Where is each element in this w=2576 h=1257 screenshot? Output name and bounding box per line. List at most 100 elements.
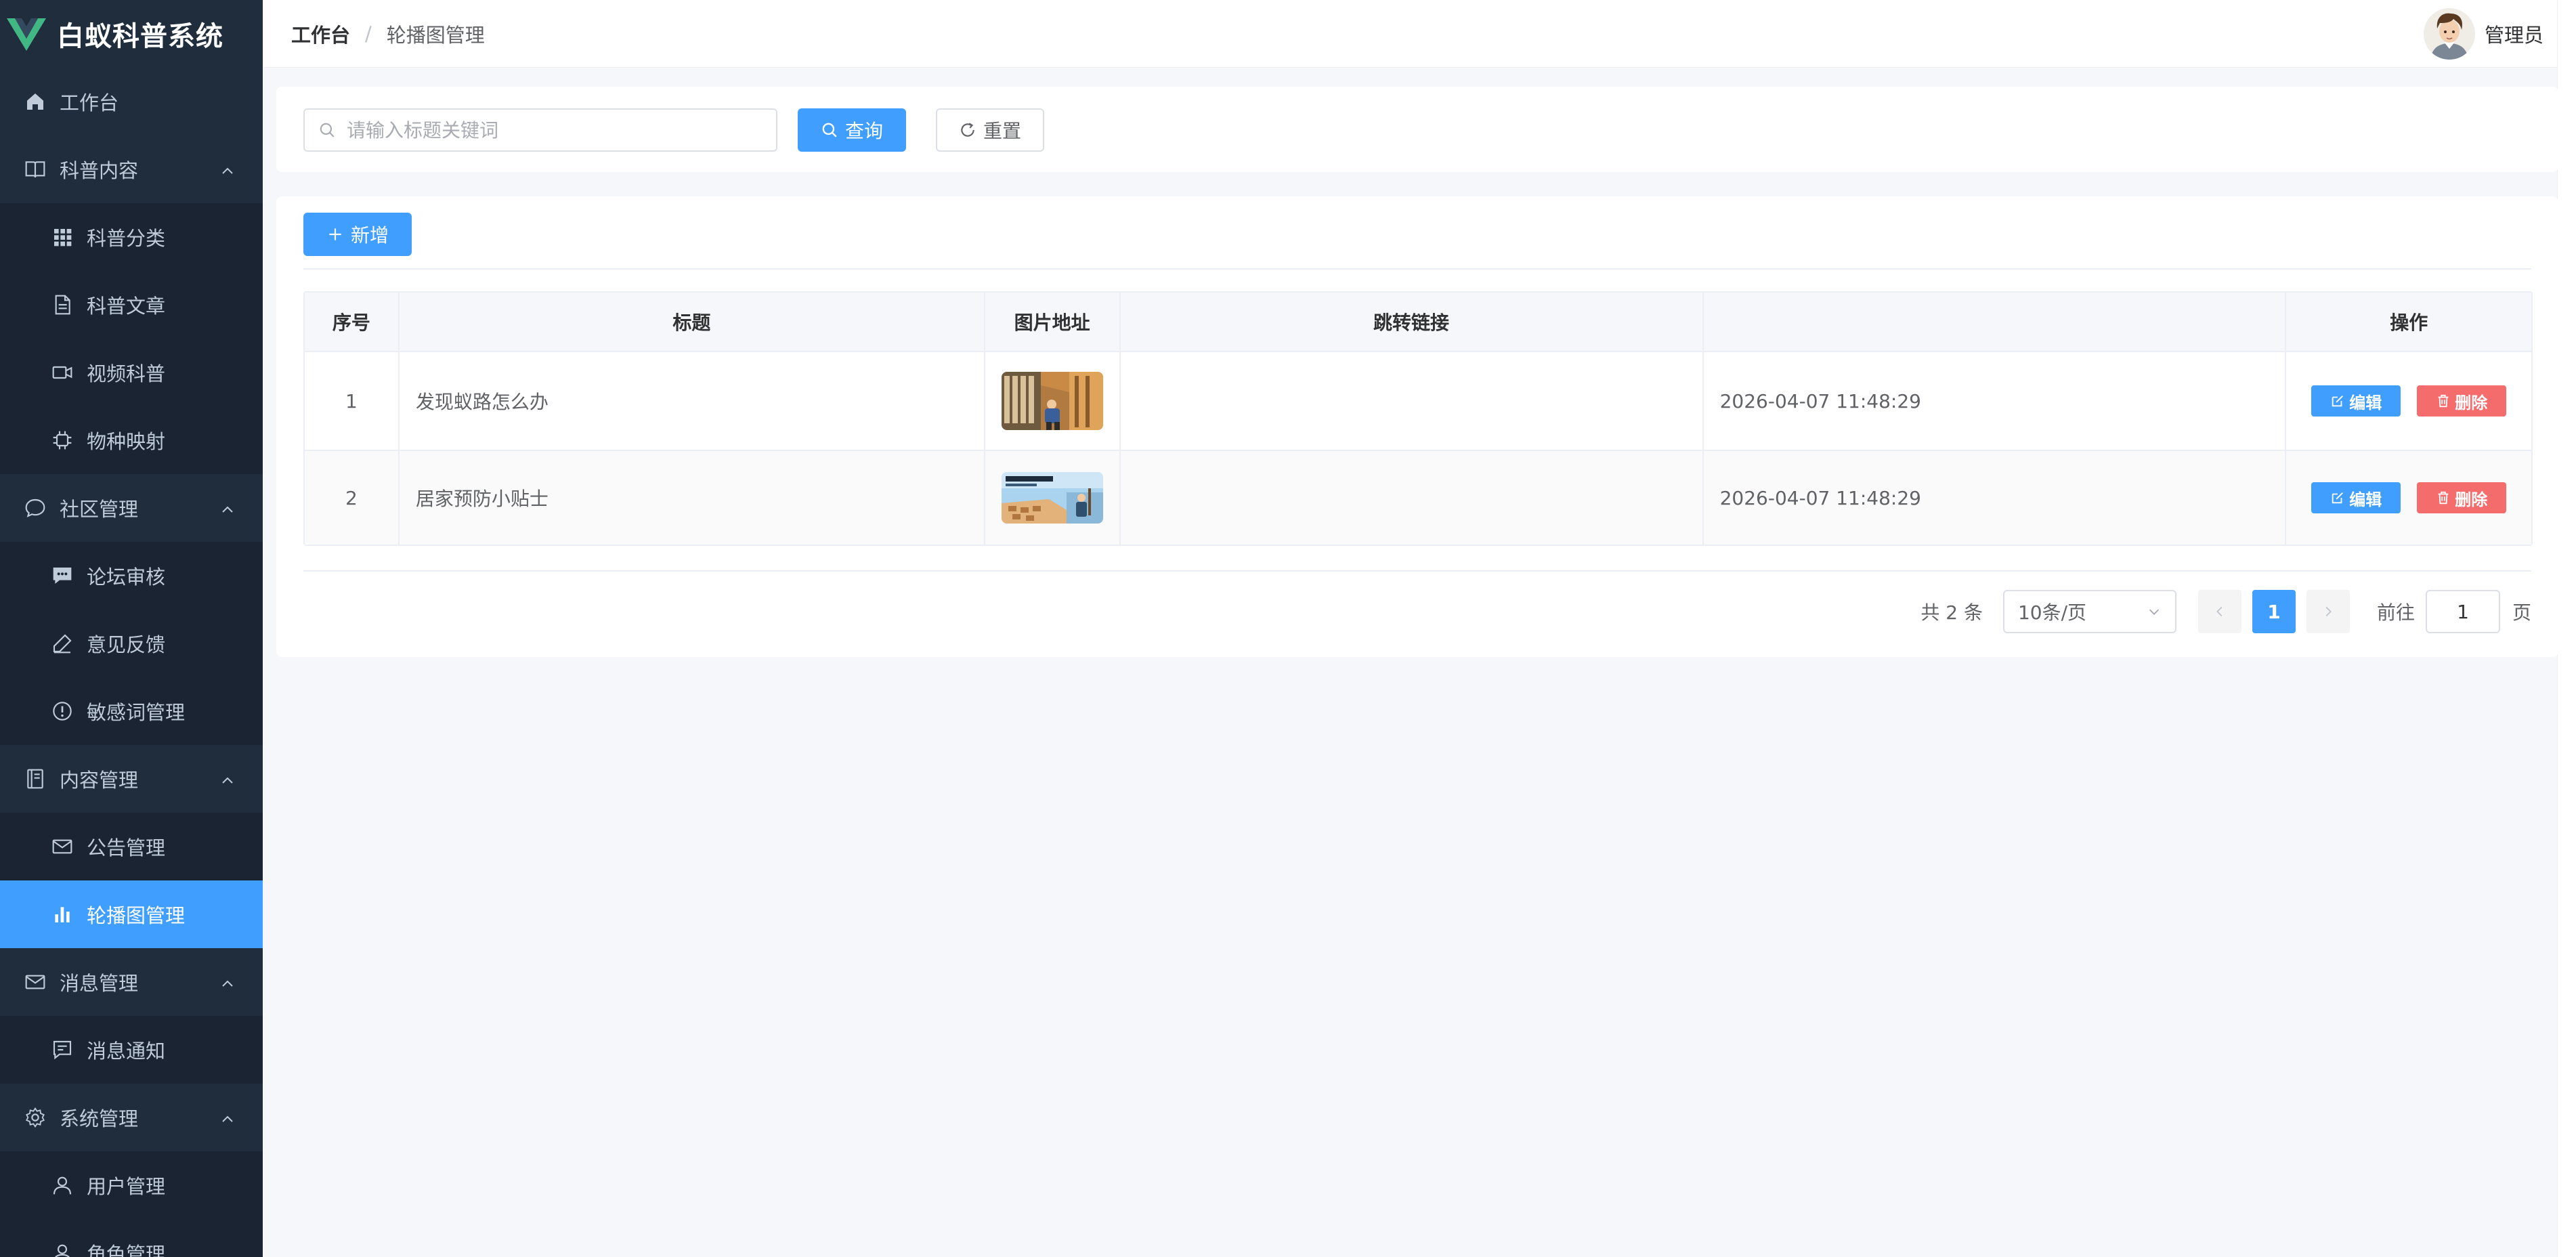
sidebar-group-community[interactable]: 社区管理 <box>0 474 263 542</box>
sidebar-item-feedback[interactable]: 意见反馈 <box>0 610 263 677</box>
search-input[interactable] <box>303 108 777 152</box>
search-field[interactable] <box>347 119 753 142</box>
page-scrollbar[interactable] <box>2557 0 2576 1257</box>
table-row: 1 发现蚁路怎么办 2026-04-07 11:48:29 编辑 删除 <box>305 352 2531 451</box>
breadcrumb-current: 轮播图管理 <box>386 23 485 47</box>
home-icon <box>24 91 46 112</box>
sidebar-item-video-science[interactable]: 视频科普 <box>0 339 263 406</box>
sidebar-item-carousel[interactable]: 轮播图管理 <box>0 880 263 948</box>
sidebar: 白蚁科普系统 工作台 科普内容 科普分类 科普文章 视频科普 物种映射 社区管理… <box>0 0 263 1257</box>
cell-image <box>985 451 1121 545</box>
sidebar-item-forum-review[interactable]: 论坛审核 <box>0 542 263 610</box>
add-button[interactable]: 新增 <box>303 213 412 256</box>
cell-time: 2026-04-07 11:48:29 <box>1704 352 2287 450</box>
page-number-current[interactable]: 1 <box>2252 590 2296 633</box>
cell-actions: 编辑 删除 <box>2286 352 2531 450</box>
delete-button[interactable]: 删除 <box>2417 482 2507 513</box>
sidebar-item-label: 意见反馈 <box>87 633 166 656</box>
edit-button-label: 编辑 <box>2349 393 2382 412</box>
sidebar-item-science-category[interactable]: 科普分类 <box>0 203 263 271</box>
sidebar-item-label: 消息通知 <box>87 1040 166 1063</box>
sidebar-item-sensitive-words[interactable]: 敏感词管理 <box>0 677 263 745</box>
edit-button[interactable]: 编辑 <box>2311 385 2401 417</box>
delete-button-label: 删除 <box>2455 393 2488 412</box>
bar-chart-icon <box>51 903 73 925</box>
chevron-left-icon <box>2216 606 2223 617</box>
column-header-time <box>1704 293 2287 351</box>
edit-button[interactable]: 编辑 <box>2311 482 2401 513</box>
edit-icon <box>2332 492 2344 504</box>
pen-icon <box>51 633 73 654</box>
user-menu[interactable]: 管理员 <box>2423 7 2543 61</box>
sidebar-item-label: 工作台 <box>60 91 119 114</box>
sidebar-item-label: 视频科普 <box>87 362 166 385</box>
chevron-up-icon <box>219 1109 236 1126</box>
sidebar-item-label: 科普分类 <box>87 227 166 250</box>
column-header-index: 序号 <box>305 293 400 351</box>
user-icon <box>51 1174 73 1196</box>
sidebar-item-dashboard[interactable]: 工作台 <box>0 68 263 135</box>
sidebar-item-notifications[interactable]: 消息通知 <box>0 1016 263 1084</box>
document-icon <box>51 294 73 316</box>
sidebar-group-messages[interactable]: 消息管理 <box>0 948 263 1016</box>
sidebar-item-label: 系统管理 <box>60 1107 139 1130</box>
sidebar-item-label: 社区管理 <box>60 498 139 521</box>
notebook-icon <box>24 768 46 790</box>
sidebar-item-users[interactable]: 用户管理 <box>0 1151 263 1219</box>
sidebar-item-science-article[interactable]: 科普文章 <box>0 271 263 339</box>
sidebar-group-system[interactable]: 系统管理 <box>0 1084 263 1151</box>
sidebar-item-label: 公告管理 <box>87 836 166 859</box>
add-button-label: 新增 <box>350 224 389 247</box>
query-button[interactable]: 查询 <box>798 108 906 152</box>
reset-button[interactable]: 重置 <box>936 108 1044 152</box>
sidebar-item-announcements[interactable]: 公告管理 <box>0 813 263 880</box>
query-button-label: 查询 <box>844 120 883 142</box>
chip-icon <box>51 429 73 451</box>
sidebar-item-label: 科普文章 <box>87 295 166 318</box>
sidebar-item-label: 消息管理 <box>60 972 139 995</box>
video-camera-icon <box>51 362 73 383</box>
sidebar-item-label: 科普内容 <box>60 159 139 182</box>
cell-time: 2026-04-07 11:48:29 <box>1704 451 2287 545</box>
chevron-up-icon <box>219 161 236 177</box>
delete-button-label: 删除 <box>2455 490 2488 509</box>
chevron-down-icon <box>2149 609 2160 615</box>
sidebar-group-science-content[interactable]: 科普内容 <box>0 135 263 203</box>
chat-square-icon <box>51 1039 73 1061</box>
carousel-thumbnail[interactable] <box>1001 372 1103 430</box>
next-page-button[interactable] <box>2306 590 2350 633</box>
sidebar-item-roles[interactable]: 角色管理 <box>0 1219 263 1257</box>
plus-icon <box>329 228 341 240</box>
chat-bubble-icon <box>24 497 46 519</box>
mail-icon <box>51 836 73 857</box>
message-icon <box>51 565 73 587</box>
chevron-up-icon <box>219 771 236 787</box>
breadcrumb-home[interactable]: 工作台 <box>291 20 350 48</box>
carousel-thumbnail[interactable] <box>1001 472 1103 524</box>
page-size-value: 10条/页 <box>2017 601 2087 624</box>
carousel-table: 序号 标题 图片地址 跳转链接 操作 1 发现蚁路怎么办 2026-04-07 … <box>303 291 2533 546</box>
page-size-select[interactable]: 10条/页 <box>2002 590 2176 633</box>
sidebar-item-label: 角色管理 <box>87 1243 166 1257</box>
cell-title: 居家预防小贴士 <box>400 451 985 545</box>
toolbar-divider <box>303 268 2531 270</box>
search-icon <box>822 123 837 137</box>
app-title: 白蚁科普系统 <box>57 21 223 52</box>
pagination: 共 2 条 10条/页 1 前往 1 页 <box>1920 589 2531 634</box>
cell-index: 2 <box>305 451 400 545</box>
goto-page-input[interactable]: 1 <box>2425 590 2500 633</box>
delete-button[interactable]: 删除 <box>2417 385 2507 417</box>
cell-index: 1 <box>305 352 400 450</box>
app-logo[interactable]: 白蚁科普系统 <box>0 0 263 68</box>
sidebar-item-species-mapping[interactable]: 物种映射 <box>0 406 263 474</box>
prev-page-button[interactable] <box>2197 590 2241 633</box>
sidebar-group-content-management[interactable]: 内容管理 <box>0 745 263 813</box>
column-header-link: 跳转链接 <box>1121 293 1704 351</box>
pagination-total: 共 2 条 <box>1920 601 1983 624</box>
warning-circle-icon <box>51 700 73 722</box>
avatar[interactable] <box>2423 8 2475 60</box>
carousel-list-panel: 新增 序号 标题 图片地址 跳转链接 操作 1 发现蚁路怎么办 2026-04-… <box>276 196 2558 657</box>
user-name[interactable]: 管理员 <box>2485 20 2543 48</box>
refresh-icon <box>961 123 974 137</box>
trash-icon <box>2438 491 2449 505</box>
